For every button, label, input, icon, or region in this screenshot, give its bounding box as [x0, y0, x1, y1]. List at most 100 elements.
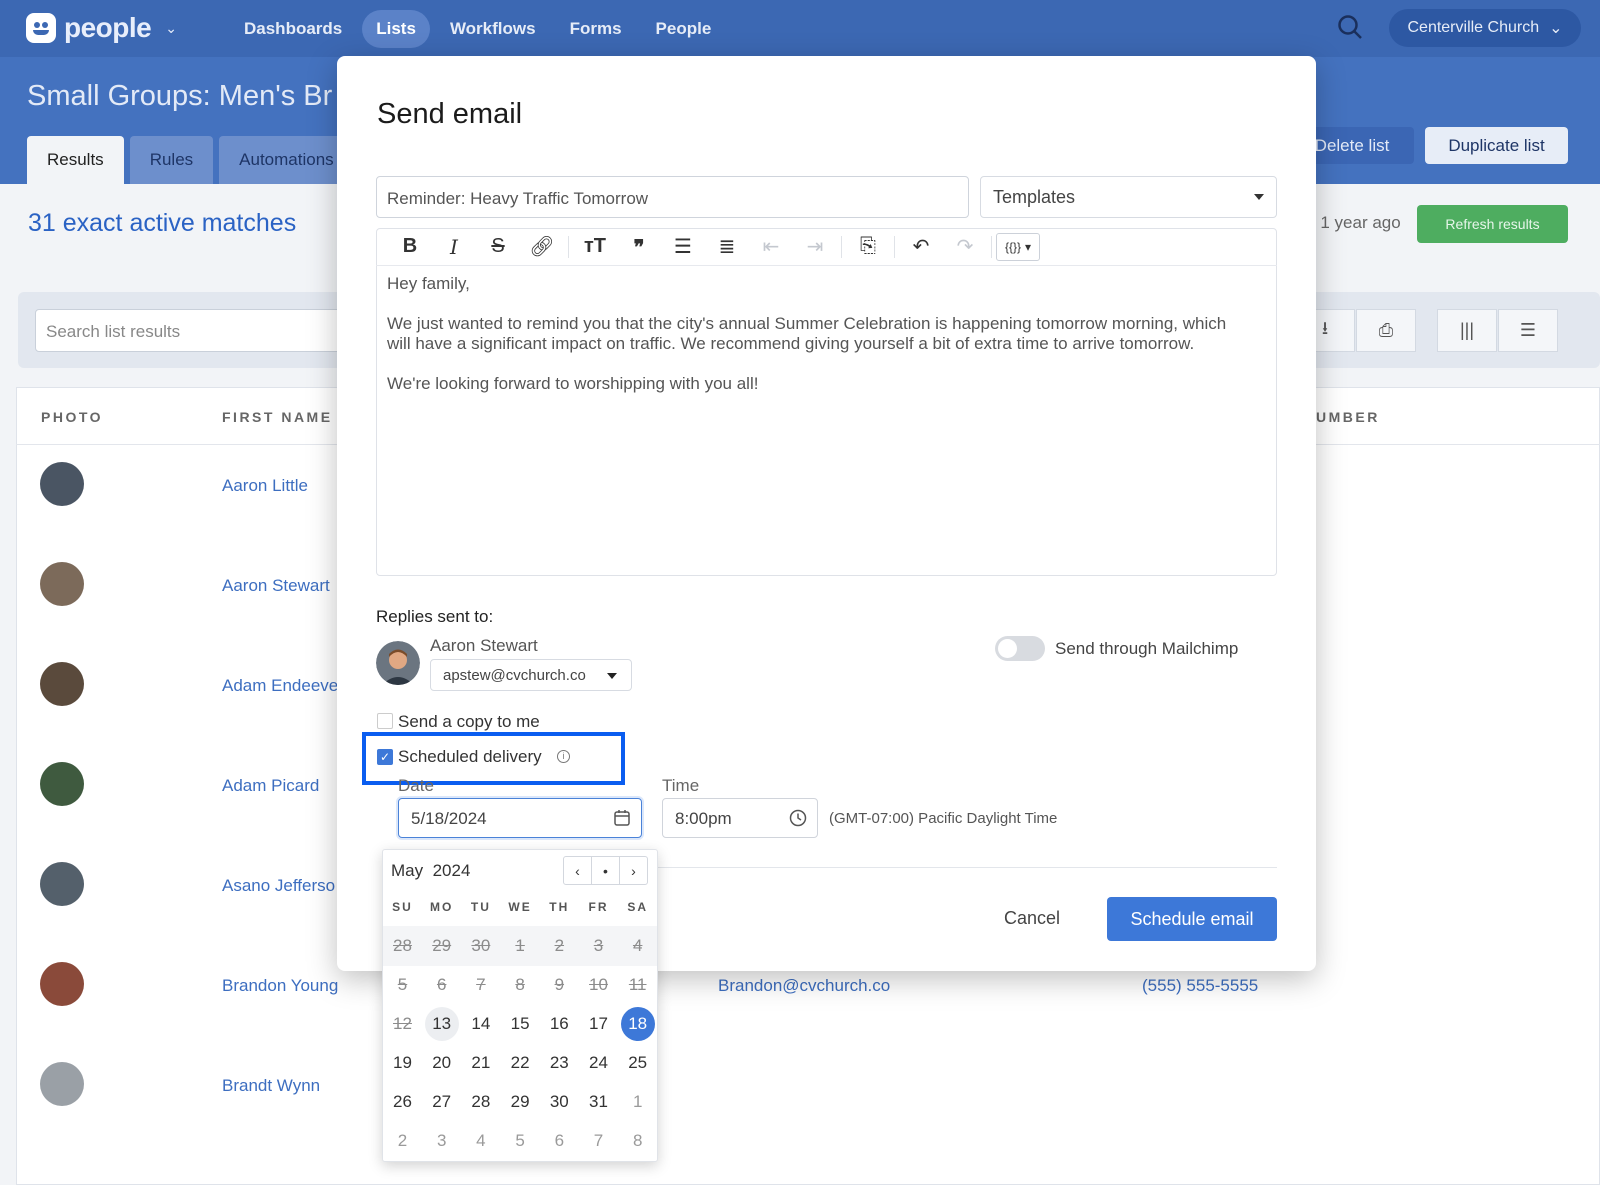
calendar-day[interactable]: 28: [464, 1085, 498, 1119]
mailchimp-label: Send through Mailchimp: [1055, 639, 1239, 658]
body-paragraph: We just wanted to remind you that the ci…: [387, 314, 1227, 353]
reply-email-value: apstew@cvchurch.co: [443, 667, 586, 684]
reply-name: Aaron Stewart: [430, 636, 538, 655]
replies-label: Replies sent to:: [376, 607, 494, 626]
send-copy-label[interactable]: Send a copy to me: [398, 712, 540, 732]
email-body-text[interactable]: Hey family, We just wanted to remind you…: [387, 274, 1227, 414]
calendar-day[interactable]: 25: [621, 1046, 655, 1080]
calendar-day[interactable]: 5: [503, 1124, 537, 1158]
calendar-day[interactable]: 19: [386, 1046, 420, 1080]
caret-down-icon: ▾: [1025, 239, 1032, 254]
calendar-weekday-label: SA: [627, 900, 649, 914]
calendar-day: 11: [628, 975, 647, 994]
calendar-day[interactable]: 26: [386, 1085, 420, 1119]
mailchimp-toggle[interactable]: [995, 636, 1045, 661]
undo-icon[interactable]: ↶: [899, 234, 943, 259]
calendar-day[interactable]: 15: [503, 1007, 537, 1041]
calendar-day[interactable]: 8: [621, 1124, 655, 1158]
scheduled-delivery-label[interactable]: Scheduled delivery: [398, 747, 542, 767]
divider: [991, 235, 992, 258]
editor-toolbar: B I S 🔗︎ ᴛT ❞ ☰ ≣ ⇤ ⇥ ⎘ ↶ ↷ {{}} ▾: [376, 228, 1277, 266]
cancel-button[interactable]: Cancel: [1004, 908, 1060, 929]
calendar-day[interactable]: 29: [503, 1085, 537, 1119]
calendar-day: 10: [589, 975, 608, 994]
divider: [568, 235, 569, 258]
calendar-day[interactable]: 31: [582, 1085, 616, 1119]
calendar-day: 7: [476, 975, 486, 994]
outdent-icon[interactable]: ⇤: [749, 234, 793, 259]
date-value: 5/18/2024: [411, 809, 487, 828]
bold-icon[interactable]: B: [388, 235, 432, 258]
calendar-icon[interactable]: [613, 809, 631, 827]
divider: [841, 235, 842, 258]
calendar-day[interactable]: 21: [464, 1046, 498, 1080]
calendar-day[interactable]: 14: [464, 1007, 498, 1041]
calendar-weekday-label: TU: [470, 900, 491, 914]
calendar-day[interactable]: 27: [425, 1085, 459, 1119]
calendar-day[interactable]: 22: [503, 1046, 537, 1080]
redo-icon[interactable]: ↷: [943, 234, 987, 259]
today-dot-icon[interactable]: •: [592, 857, 620, 884]
divider: [655, 867, 1277, 868]
calendar-day: 4: [632, 936, 643, 955]
calendar-month[interactable]: May: [391, 861, 423, 880]
date-label: Date: [398, 776, 434, 795]
info-icon[interactable]: i: [557, 750, 570, 763]
templates-dropdown[interactable]: Templates: [980, 176, 1277, 218]
chevron-right-icon[interactable]: ›: [620, 857, 647, 884]
templates-label: Templates: [993, 187, 1076, 207]
subject-input[interactable]: Reminder: Heavy Traffic Tomorrow: [376, 176, 969, 218]
calendar-day: 12: [393, 1014, 412, 1033]
caret-down-icon: [607, 673, 617, 684]
strikethrough-icon[interactable]: S: [476, 235, 520, 258]
calendar-day: 6: [436, 975, 447, 994]
divider: [894, 235, 895, 258]
modal-title: Send email: [377, 98, 523, 130]
reply-email-select[interactable]: apstew@cvchurch.co: [430, 659, 632, 691]
calendar-day[interactable]: 1: [621, 1085, 655, 1119]
braces-icon: {{}}: [1004, 239, 1021, 254]
calendar-day[interactable]: 2: [386, 1124, 420, 1158]
calendar-day[interactable]: 18: [620, 1007, 655, 1041]
attachment-icon[interactable]: ⎘: [846, 235, 890, 258]
indent-icon[interactable]: ⇥: [793, 234, 837, 259]
calendar-day: 8: [515, 975, 525, 994]
italic-icon[interactable]: I: [432, 235, 476, 259]
send-copy-checkbox[interactable]: [377, 713, 393, 729]
link-icon[interactable]: 🔗︎: [520, 234, 564, 259]
numbered-list-icon[interactable]: ≣: [705, 234, 749, 259]
time-input[interactable]: 8:00pm: [662, 798, 818, 838]
calendar-day: 30: [471, 936, 491, 955]
calendar-day: 3: [593, 936, 604, 955]
calendar-day[interactable]: 3: [425, 1124, 459, 1158]
calendar-day[interactable]: 20: [425, 1046, 459, 1080]
calendar-weekday-label: TH: [549, 900, 570, 914]
calendar-day: 1: [515, 936, 525, 955]
calendar-day[interactable]: 17: [582, 1007, 616, 1041]
time-label: Time: [662, 776, 700, 795]
calendar-day[interactable]: 7: [582, 1124, 616, 1158]
calendar-day[interactable]: 4: [464, 1124, 498, 1158]
timezone-label: (GMT-07:00) Pacific Daylight Time: [829, 810, 1058, 827]
calendar-day[interactable]: 13: [424, 1007, 459, 1041]
calendar-day: 28: [393, 936, 412, 955]
schedule-email-button[interactable]: Schedule email: [1107, 897, 1277, 941]
calendar-year[interactable]: 2024: [433, 861, 471, 880]
calendar-month-year: May 2024: [391, 861, 470, 881]
clock-icon[interactable]: [789, 809, 807, 827]
body-paragraph: Hey family,: [387, 274, 470, 293]
calendar-day: 5: [397, 975, 408, 994]
calendar-weekday-label: WE: [508, 900, 532, 914]
bullet-list-icon[interactable]: ☰: [661, 234, 705, 259]
avatar: [376, 641, 420, 685]
scheduled-delivery-checkbox[interactable]: ✓: [377, 749, 393, 765]
quote-icon[interactable]: ❞: [617, 235, 661, 259]
calendar-weekday-label: MO: [430, 900, 454, 914]
calendar-day[interactable]: 24: [582, 1046, 616, 1080]
chevron-left-icon[interactable]: ‹: [564, 857, 592, 884]
variables-dropdown[interactable]: {{}} ▾: [996, 232, 1040, 261]
date-input[interactable]: 5/18/2024: [398, 798, 642, 838]
heading-icon[interactable]: ᴛT: [573, 235, 617, 258]
calendar-day: 29: [432, 936, 452, 955]
caret-down-icon: [1254, 194, 1264, 205]
